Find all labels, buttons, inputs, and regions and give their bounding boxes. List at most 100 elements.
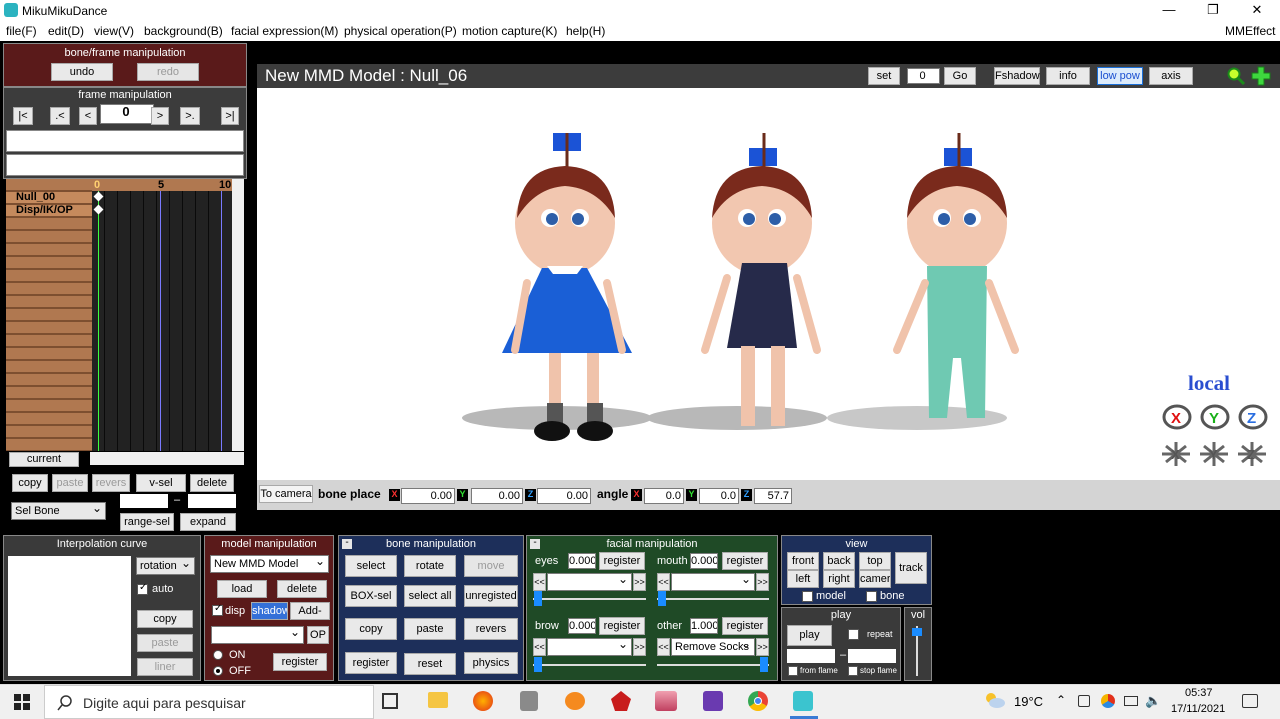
bone-place-z-input[interactable]: 0.00 bbox=[537, 488, 591, 504]
angle-y-input[interactable]: 0.0 bbox=[699, 488, 739, 504]
bone-place-y-input[interactable]: 0.00 bbox=[471, 488, 523, 504]
model-dropdown[interactable]: New MMD Model bbox=[210, 553, 329, 573]
mouth-prev-button[interactable]: << bbox=[657, 573, 670, 591]
brow-value[interactable]: 0.000 bbox=[568, 618, 596, 634]
other-next-button[interactable]: >> bbox=[756, 638, 769, 656]
interp-liner-button[interactable]: liner bbox=[137, 658, 193, 676]
model-teal-overall[interactable] bbox=[893, 133, 1019, 418]
prev-key-button[interactable]: .< bbox=[50, 107, 70, 125]
unregisted-button[interactable]: unregisted bbox=[464, 585, 518, 607]
menu-view[interactable]: view(V) bbox=[94, 24, 134, 38]
interp-paste-button[interactable]: paste bbox=[137, 634, 193, 652]
rotate-x-icon[interactable]: X bbox=[1162, 404, 1192, 430]
interpolation-mode-dropdown[interactable]: rotation bbox=[136, 555, 195, 575]
menu-file[interactable]: file(F) bbox=[6, 24, 37, 38]
timeline-row-disp[interactable]: Disp/IK/OP bbox=[6, 205, 92, 216]
battery-icon[interactable] bbox=[1124, 696, 1138, 706]
eyes-prev-button[interactable]: << bbox=[533, 573, 546, 591]
brow-next-button[interactable]: >> bbox=[633, 638, 646, 656]
clock-date[interactable]: 17/11/2021 bbox=[1171, 703, 1225, 715]
taskbar-search-box[interactable]: Digite aqui para pesquisar bbox=[44, 685, 374, 719]
timeline-h-scrollbar[interactable] bbox=[90, 452, 244, 465]
paste-button[interactable]: paste bbox=[52, 474, 88, 492]
sel-bone-dropdown[interactable]: Sel Bone bbox=[11, 500, 106, 520]
expand-button[interactable]: expand bbox=[180, 513, 236, 531]
shadow-button[interactable]: shadow bbox=[251, 602, 288, 620]
auto-checkbox[interactable]: ✓ bbox=[137, 582, 148, 595]
view-top-button[interactable]: top bbox=[859, 552, 891, 570]
move-y-icon[interactable]: Y bbox=[1198, 440, 1230, 468]
first-frame-button[interactable]: |< bbox=[13, 107, 33, 125]
windows-start-icon[interactable] bbox=[14, 694, 30, 710]
view-track-button[interactable]: track bbox=[895, 552, 927, 584]
timeline-scrollbar[interactable] bbox=[232, 179, 244, 451]
move-z-icon[interactable]: Z bbox=[1236, 440, 1268, 468]
copy-button[interactable]: copy bbox=[12, 474, 48, 492]
app-red-icon[interactable] bbox=[611, 691, 631, 711]
range-end-field[interactable] bbox=[188, 494, 236, 508]
reset-button[interactable]: reset bbox=[404, 653, 456, 675]
eyes-register-button[interactable]: register bbox=[599, 552, 645, 570]
menu-motion-capture[interactable]: motion capture(K) bbox=[462, 24, 557, 38]
brow-slider[interactable] bbox=[533, 657, 646, 672]
axis-button[interactable]: axis bbox=[1149, 67, 1193, 85]
timeline-row-null[interactable]: Null_00 bbox=[6, 192, 92, 203]
view-right-button[interactable]: right bbox=[823, 570, 855, 588]
brow-prev-button[interactable]: << bbox=[533, 638, 546, 656]
brow-register-button[interactable]: register bbox=[599, 617, 645, 635]
view-model-checkbox[interactable] bbox=[802, 591, 813, 602]
rotate-button[interactable]: rotate bbox=[404, 555, 456, 577]
3d-viewport[interactable]: local X Y Z X Y Z bbox=[257, 88, 1280, 480]
play-to-field[interactable] bbox=[848, 649, 896, 663]
angle-x-input[interactable]: 0.0 bbox=[644, 488, 684, 504]
move-x-icon[interactable]: X bbox=[1160, 440, 1192, 468]
eyes-next-button[interactable]: >> bbox=[633, 573, 646, 591]
bone-place-x-input[interactable]: 0.00 bbox=[401, 488, 455, 504]
model-delete-button[interactable]: delete bbox=[277, 580, 327, 598]
menu-help[interactable]: help(H) bbox=[566, 24, 605, 38]
go-button[interactable]: Go bbox=[944, 67, 976, 85]
move-view-icon[interactable] bbox=[1251, 66, 1271, 86]
physics-button[interactable]: physics bbox=[464, 652, 518, 674]
other-value[interactable]: 1.000 bbox=[690, 618, 718, 634]
mouth-value[interactable]: 0.000 bbox=[690, 553, 718, 569]
menu-physical-operation[interactable]: physical operation(P) bbox=[344, 24, 457, 38]
clock-time[interactable]: 05:37 bbox=[1185, 687, 1213, 699]
zoom-icon[interactable] bbox=[1227, 67, 1246, 86]
view-left-button[interactable]: left bbox=[787, 570, 819, 588]
bone-copy-button[interactable]: copy bbox=[345, 618, 397, 640]
to-camera-button[interactable]: To camera bbox=[259, 485, 313, 503]
bone-name-field[interactable] bbox=[6, 130, 244, 152]
mouth-dropdown[interactable] bbox=[671, 571, 755, 591]
model-navy-swimsuit[interactable] bbox=[701, 133, 821, 426]
other-register-button[interactable]: register bbox=[722, 617, 768, 635]
v-sel-button[interactable]: v-sel bbox=[136, 474, 186, 492]
move-button[interactable]: move bbox=[464, 555, 518, 577]
info-button[interactable]: info bbox=[1046, 67, 1090, 85]
close-button[interactable]: ✕ bbox=[1234, 0, 1280, 21]
notifications-icon[interactable] bbox=[1242, 694, 1258, 708]
stop-flame-checkbox[interactable] bbox=[848, 666, 858, 676]
menu-edit[interactable]: edit(D) bbox=[48, 24, 84, 38]
off-radio[interactable] bbox=[213, 666, 223, 676]
last-frame-button[interactable]: >| bbox=[221, 107, 239, 125]
app-anime-icon[interactable] bbox=[655, 691, 677, 711]
on-radio[interactable] bbox=[213, 650, 223, 660]
volume-slider[interactable] bbox=[912, 626, 922, 676]
firefox-icon[interactable] bbox=[473, 691, 493, 711]
bone-revers-button[interactable]: revers bbox=[464, 618, 518, 640]
fshadow-button[interactable]: Fshadow bbox=[994, 67, 1040, 85]
eyes-value[interactable]: 0.000 bbox=[568, 553, 596, 569]
from-flame-checkbox[interactable] bbox=[788, 666, 798, 676]
mouth-slider[interactable] bbox=[657, 591, 769, 606]
low-pow-button[interactable]: low pow bbox=[1097, 67, 1143, 85]
view-camera-button[interactable]: camer bbox=[859, 570, 891, 588]
tray-app-icon[interactable] bbox=[1078, 695, 1090, 707]
set-button[interactable]: set bbox=[868, 67, 900, 85]
range-start-field[interactable] bbox=[120, 494, 168, 508]
delete-button[interactable]: delete bbox=[190, 474, 234, 492]
file-explorer-icon[interactable] bbox=[428, 692, 448, 708]
mouth-next-button[interactable]: >> bbox=[756, 573, 769, 591]
app-purple-icon[interactable] bbox=[703, 691, 723, 711]
op-button[interactable]: OP bbox=[307, 626, 329, 644]
